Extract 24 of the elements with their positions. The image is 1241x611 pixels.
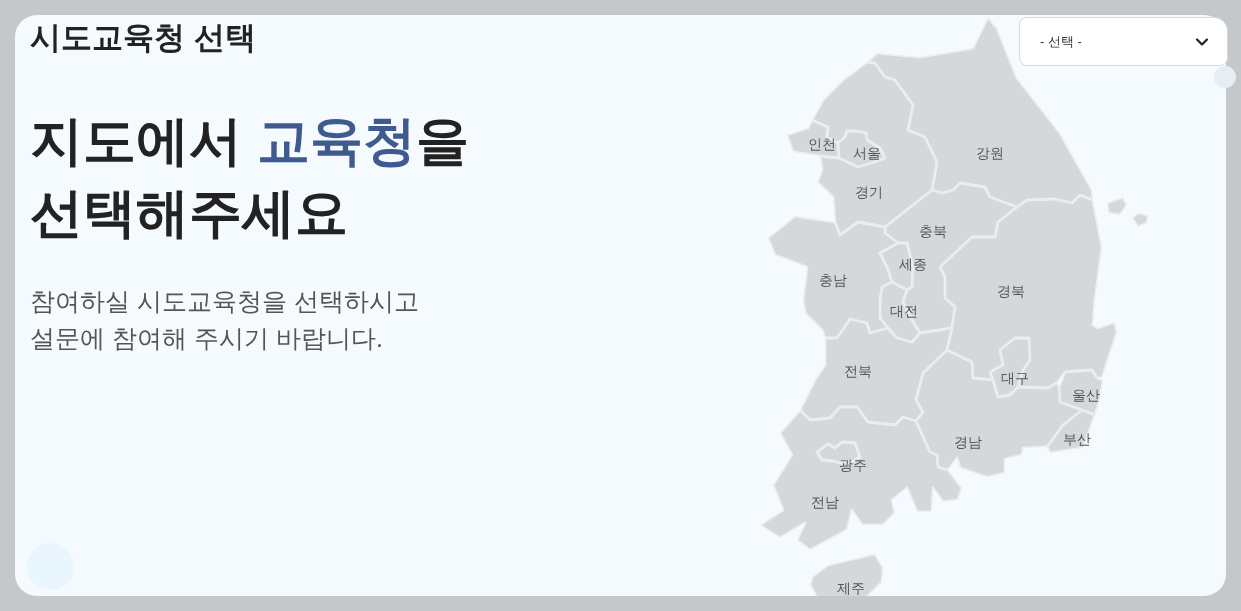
headline: 지도에서 교육청을 선택해주세요: [30, 110, 469, 244]
region-label: 울산: [1072, 387, 1100, 403]
region-label: 세종: [899, 256, 927, 272]
region-label: 충남: [819, 272, 847, 288]
region-label: 부산: [1063, 431, 1091, 447]
region-label: 강원: [976, 145, 1004, 161]
island-shape: [1132, 213, 1148, 227]
region-label: 제주: [837, 580, 865, 596]
region-label: 전북: [844, 363, 872, 379]
region-label: 인천: [808, 136, 836, 152]
region-label: 대구: [1001, 370, 1029, 386]
island-shape: [1107, 197, 1127, 215]
region-label: 경남: [954, 434, 982, 450]
region-label: 광주: [839, 457, 867, 473]
region-label: 충북: [919, 223, 947, 239]
region-select[interactable]: - 선택 -: [1019, 17, 1228, 66]
region-label: 대전: [890, 303, 918, 319]
page-title: 시도교육청 선택: [30, 19, 256, 57]
region-label: 전남: [811, 494, 839, 510]
region-label: 서울: [853, 145, 881, 161]
region-shape[interactable]: [810, 554, 883, 596]
region-label: 경북: [997, 283, 1025, 299]
region-label: 경기: [855, 184, 883, 200]
description: 참여하실 시도교육청을 선택하시고 설문에 참여해 주시기 바랍니다.: [30, 286, 419, 354]
